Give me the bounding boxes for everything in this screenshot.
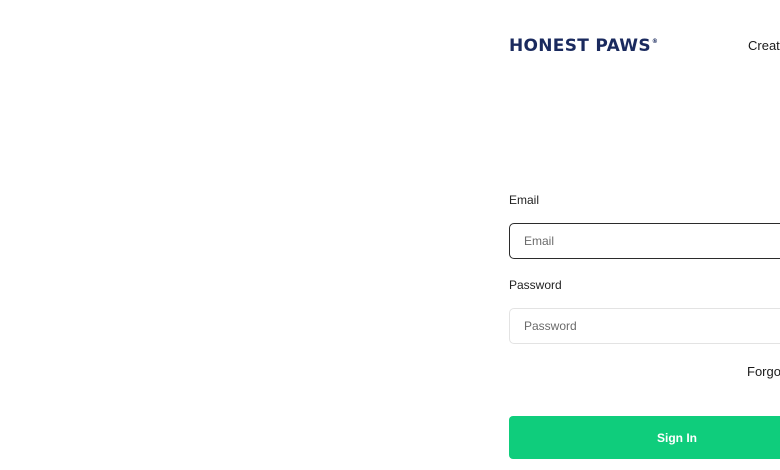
- password-input[interactable]: [509, 308, 780, 344]
- brand-logo-text: HONEST PAWS: [509, 36, 651, 56]
- create-account-link[interactable]: Creat: [748, 38, 780, 53]
- login-page: HONEST PAWS® Creat Email Password Forgo …: [0, 0, 780, 470]
- password-label: Password: [509, 278, 562, 292]
- registered-mark: ®: [651, 38, 659, 45]
- hero-panel: [0, 0, 480, 470]
- brand-logo[interactable]: HONEST PAWS®: [509, 36, 658, 56]
- forgot-password-link[interactable]: Forgo: [747, 364, 780, 379]
- email-label: Email: [509, 193, 540, 207]
- sign-in-button[interactable]: Sign In: [509, 416, 780, 459]
- email-input[interactable]: [509, 223, 780, 259]
